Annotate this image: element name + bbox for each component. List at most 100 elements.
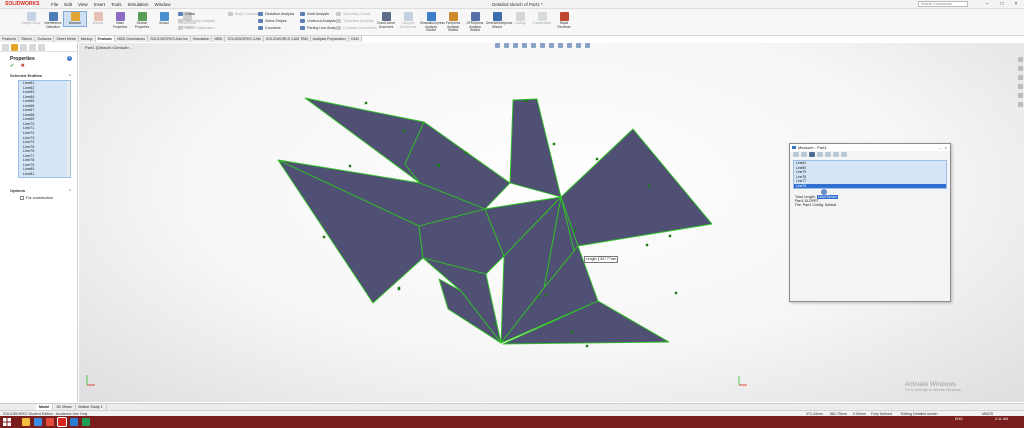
help-icon[interactable]: ? [67,56,72,61]
sensor-button[interactable]: Sensor [153,12,175,26]
cancel-icon[interactable]: ✖ [21,63,25,69]
thickness-analysis-button[interactable]: Thickness Analysis [336,18,373,24]
close-icon[interactable]: × [1009,0,1023,8]
tab-sheet-metal[interactable]: Sheet Metal [54,36,79,42]
import-diagnostics-button[interactable]: Import Diagnostics [178,25,215,31]
menu-insert[interactable]: Insert [91,2,108,7]
tab-surfaces[interactable]: Surfaces [35,36,55,42]
file-explorer-icon[interactable] [22,418,30,426]
sketch-point[interactable] [573,228,577,232]
maximize-icon[interactable]: □ [995,0,1009,8]
dimxpert-icon[interactable] [29,44,36,51]
tab-evaluate[interactable]: Evaluate [95,36,116,42]
projected-on-icon[interactable] [825,152,831,157]
check-active-document-button[interactable]: Check Active Document [375,12,397,29]
sketch-region[interactable] [560,128,713,247]
menu-window[interactable]: Window [152,2,174,7]
undercut-analysis-button[interactable]: Undercut Analysis [300,18,336,24]
floxpress-analysis-wizard-button[interactable]: FloXpress Analysis Wizard [442,12,464,33]
mass-properties-button[interactable]: Mass Properties [109,12,131,29]
interference-detection-button[interactable]: Interference Detection [42,12,64,29]
measure-history-icon[interactable] [833,152,839,157]
sketch-point[interactable] [595,157,599,161]
sketch-point[interactable] [364,101,368,105]
tab-solidworks-cam[interactable]: SOLIDWORKS CAM [225,36,264,42]
tab-cam[interactable]: CAM [348,36,362,42]
sustainability-button[interactable]: Sustainability [531,12,553,26]
windows-start-icon[interactable] [3,418,11,426]
sketch-point[interactable] [570,330,574,334]
sketch-point[interactable] [552,142,556,146]
sketch-point[interactable] [647,184,651,188]
symmetry-check-button[interactable]: Symmetry Check [336,11,370,17]
clock[interactable]: 2:11 AM [978,417,1008,422]
measure-title-bar[interactable]: Measure - Part1 – × [790,144,950,151]
tab-mbd[interactable]: MBD [212,36,226,42]
tab-solidworks-cam-tbm[interactable]: SOLIDWORKS CAM TBM [263,36,311,42]
body-compare-button[interactable]: Body Compare [228,11,259,17]
minimize-icon[interactable]: – [980,0,994,8]
tab-solidworks-add-ins[interactable]: SOLIDWORKS Add-Ins [148,36,191,42]
close-icon[interactable]: × [945,144,947,151]
sketch-point[interactable] [348,164,352,168]
language-indicator[interactable]: ENG [955,417,963,422]
excel-icon[interactable] [82,418,90,426]
menu-view[interactable]: View [75,2,91,7]
deviation-analysis-button[interactable]: Deviation Analysis [258,11,294,17]
rapid-reviewer-button[interactable]: Rapid Reviewer [553,12,575,29]
selected-entities-title[interactable]: Selected Entities ^ [10,73,77,78]
menu-edit[interactable]: Edit [61,2,75,7]
curvature-button[interactable]: Curvature [258,25,281,31]
sketch-point[interactable] [402,129,406,133]
arc-circle-measure-icon[interactable] [793,152,799,157]
display-manager-icon[interactable] [38,44,45,51]
draft-analysis-button[interactable]: Draft Analysis [300,11,329,17]
geometry-analysis-button[interactable]: Geometry Analysis [178,18,215,24]
measure-button[interactable]: Measure [63,11,87,27]
tab-sketch[interactable]: Sketch [19,36,36,42]
collapse-icon[interactable]: ^ [69,188,71,193]
sketch-point[interactable] [668,234,672,238]
feature-tree-icon[interactable] [2,44,9,51]
menu-simulation[interactable]: Simulation [125,2,152,7]
tab-features[interactable]: Features [0,36,20,42]
measure-dialog[interactable]: Measure - Part1 – × Line81 Line80 Line79 Li… [789,143,951,302]
zebra-stripes-button[interactable]: Zebra Stripes [258,18,287,24]
costing-button[interactable]: Costing [509,12,531,26]
sketch-point[interactable] [544,293,548,297]
measure-selection-list[interactable]: Line81 Line80 Line79 Line78 Line77 Line76 [793,160,947,189]
list-item[interactable]: Line81 [21,172,70,177]
design-study-button[interactable]: Design Study [20,12,42,26]
simulationxpress-analysis-wizard-button[interactable]: SimulationXpress Analysis Wizard [420,12,445,33]
collapse-icon[interactable]: ^ [69,73,71,78]
tab-markup[interactable]: Markup [78,36,96,42]
solidworks-taskbar-icon[interactable] [57,417,67,427]
driveworksxpress-wizard-button[interactable]: DriveWorksXpress Wizard [486,12,512,29]
for-construction-option[interactable]: For construction [20,196,77,200]
sketch-point[interactable] [585,344,589,348]
sketch-point[interactable] [397,287,401,291]
sketch-point[interactable] [537,295,541,299]
list-scrollbar[interactable] [67,81,70,177]
sketch-region[interactable] [509,98,562,198]
section-properties-button[interactable]: Section Properties [131,12,153,29]
tab-simulation[interactable]: Simulation [190,36,213,42]
parting-line-analysis-button[interactable]: Parting Line Analysis [300,25,340,31]
search-commands-input[interactable]: Search Commands [918,1,968,7]
chrome-browser-icon[interactable] [46,418,54,426]
for-construction-checkbox[interactable] [20,196,24,200]
sketch-point[interactable] [645,243,649,247]
property-manager-icon[interactable] [11,44,18,51]
compare-documents-button[interactable]: Compare Documents [397,12,419,29]
sketch-point[interactable] [493,322,497,326]
options-title[interactable]: Options ^ [10,188,77,193]
sketch-point[interactable] [674,291,678,295]
minimize-icon[interactable]: – [939,144,941,151]
sketch-point[interactable] [464,151,468,155]
create-sensor-icon[interactable] [841,152,847,157]
edge-browser-icon[interactable] [34,418,42,426]
menu-tools[interactable]: Tools [108,2,125,7]
ok-icon[interactable]: ✔ [10,63,14,69]
sketch-point[interactable] [322,235,326,239]
sketch-point[interactable] [524,99,528,103]
